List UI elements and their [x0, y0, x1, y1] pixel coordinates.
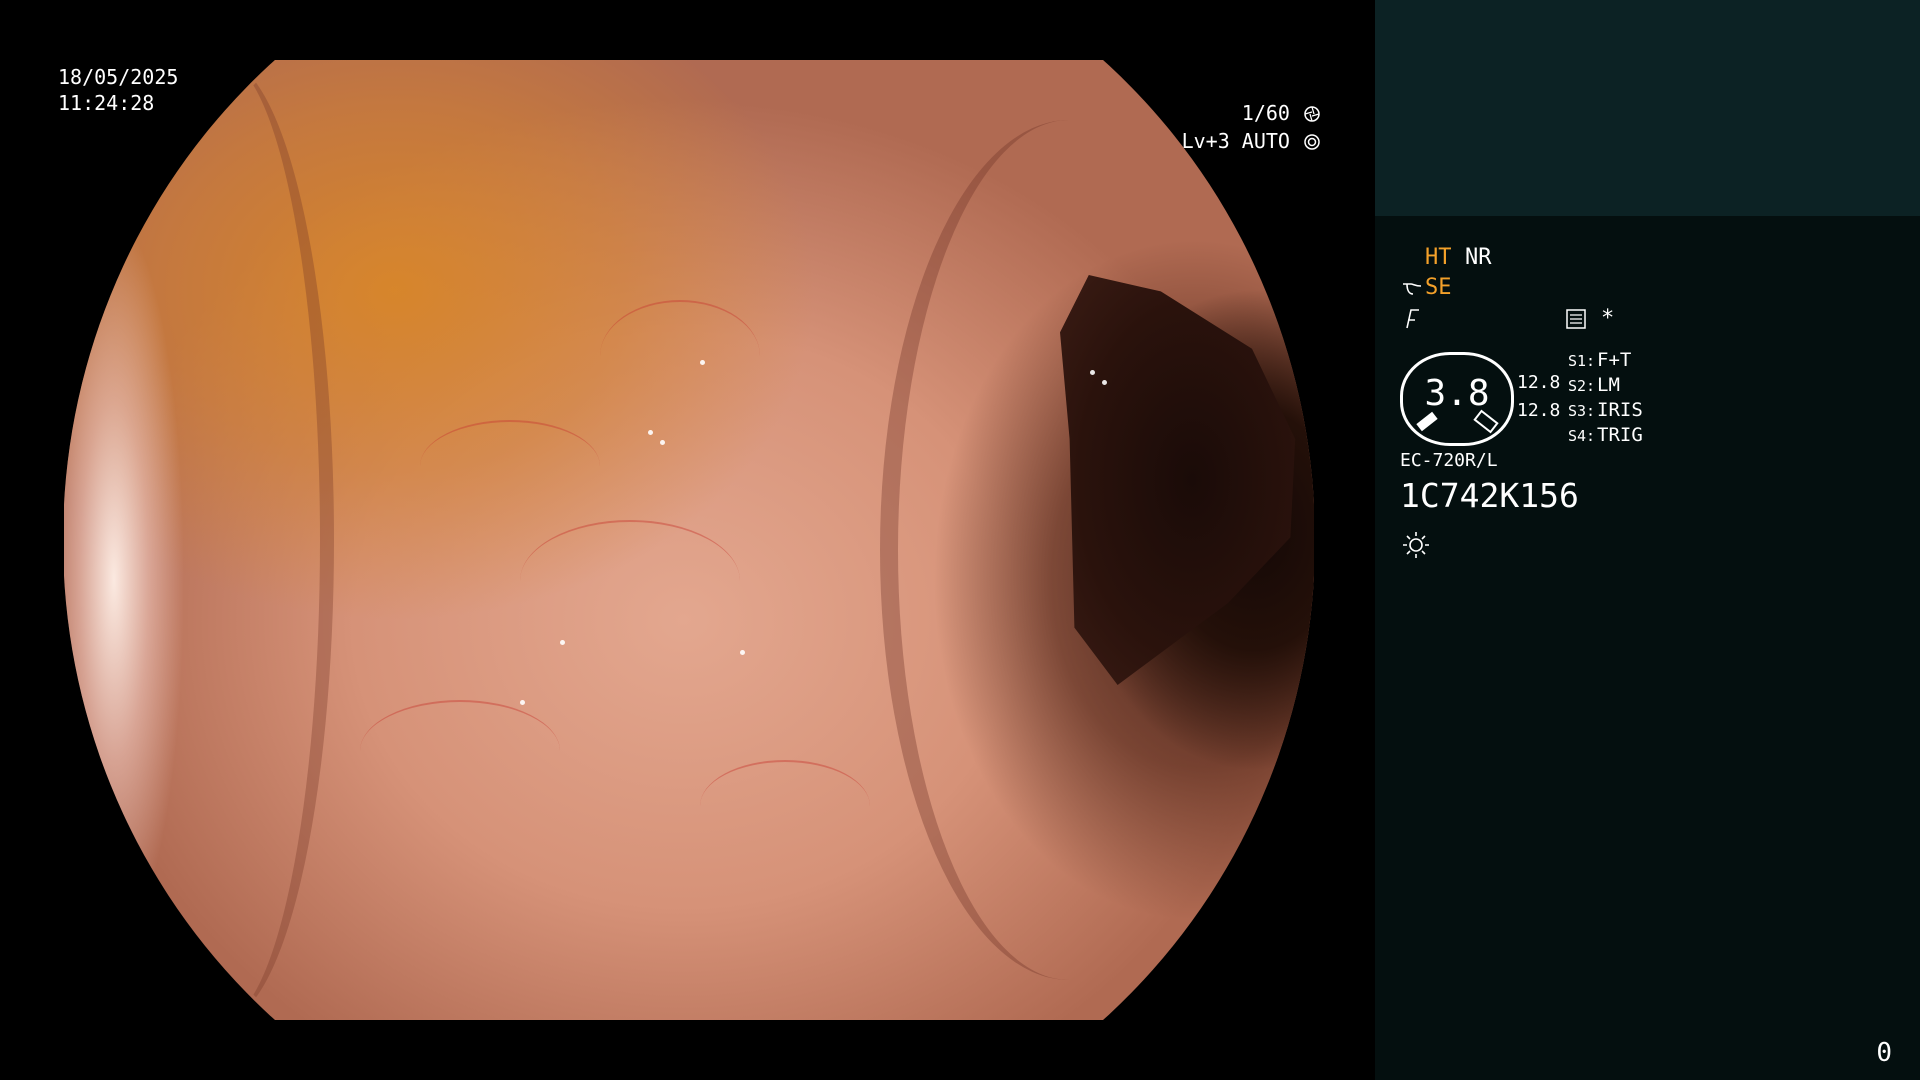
switch-key: S4:	[1568, 427, 1596, 445]
mucosal-fold-left	[110, 60, 334, 1020]
light-reflection	[1102, 380, 1107, 385]
gauge-value-2: 12.8	[1517, 400, 1561, 421]
scope-serial: 1C742K156	[1400, 476, 1579, 515]
blood-vessel	[700, 760, 870, 852]
nr-label: NR	[1465, 245, 1492, 270]
page-number: 0	[1876, 1038, 1892, 1068]
light-reflection	[1090, 370, 1095, 375]
structure-enhance-icon	[1406, 309, 1419, 329]
light-reflection	[560, 640, 565, 645]
blood-vessel	[420, 420, 600, 512]
shutter-readout: 1/60	[1180, 100, 1320, 126]
blood-vessel	[520, 520, 740, 642]
blood-vessel	[600, 300, 760, 412]
se-label: SE	[1425, 275, 1452, 300]
light-reflection	[660, 440, 665, 445]
gauge-marker-icon	[1416, 411, 1438, 432]
level-text: Lv+3 AUTO	[1181, 129, 1290, 153]
info-panel: HT NR SE * 3.8 12.8 12.8 S1: F+T S2: LM …	[1375, 0, 1920, 1080]
enhancement-wave-icon	[1403, 283, 1422, 295]
gauge-value-1: 12.8	[1517, 372, 1561, 393]
time-text: 11:24:28	[58, 91, 155, 115]
gauge-value: 3.8	[1424, 373, 1490, 414]
shutter-icon	[1304, 106, 1320, 122]
switch-key: S3:	[1568, 402, 1596, 420]
date-time-overlay: 18/05/2025 11:24:28	[58, 64, 178, 116]
light-reflection	[740, 650, 745, 655]
light-reflection	[648, 430, 653, 435]
iris-auto-icon	[1304, 134, 1320, 150]
light-reflection	[700, 360, 705, 365]
switch-key: S2:	[1568, 377, 1596, 395]
brightness-gauge: 3.8	[1400, 352, 1514, 446]
panel-header-area	[1375, 0, 1920, 216]
star-label: *	[1601, 306, 1615, 331]
light-sun-icon	[1403, 532, 1429, 558]
switch-value: F+T	[1597, 349, 1632, 371]
level-readout: Lv+3 AUTO	[1150, 128, 1320, 154]
scope-model: EC-720R/L	[1400, 450, 1498, 471]
switch-value: LM	[1597, 374, 1620, 396]
ht-label: HT	[1425, 245, 1452, 270]
video-area: 18/05/2025 11:24:28 1/60 Lv+3 AUTO	[0, 0, 1375, 1080]
shutter-text: 1/60	[1241, 101, 1290, 125]
date-text: 18/05/2025	[58, 65, 179, 89]
light-reflection	[520, 700, 525, 705]
switch-key: S1:	[1568, 352, 1596, 370]
blood-vessel	[360, 700, 560, 802]
memo-icon	[1566, 309, 1586, 329]
switch-value: TRIG	[1597, 424, 1643, 446]
switch-value: IRIS	[1597, 399, 1643, 421]
